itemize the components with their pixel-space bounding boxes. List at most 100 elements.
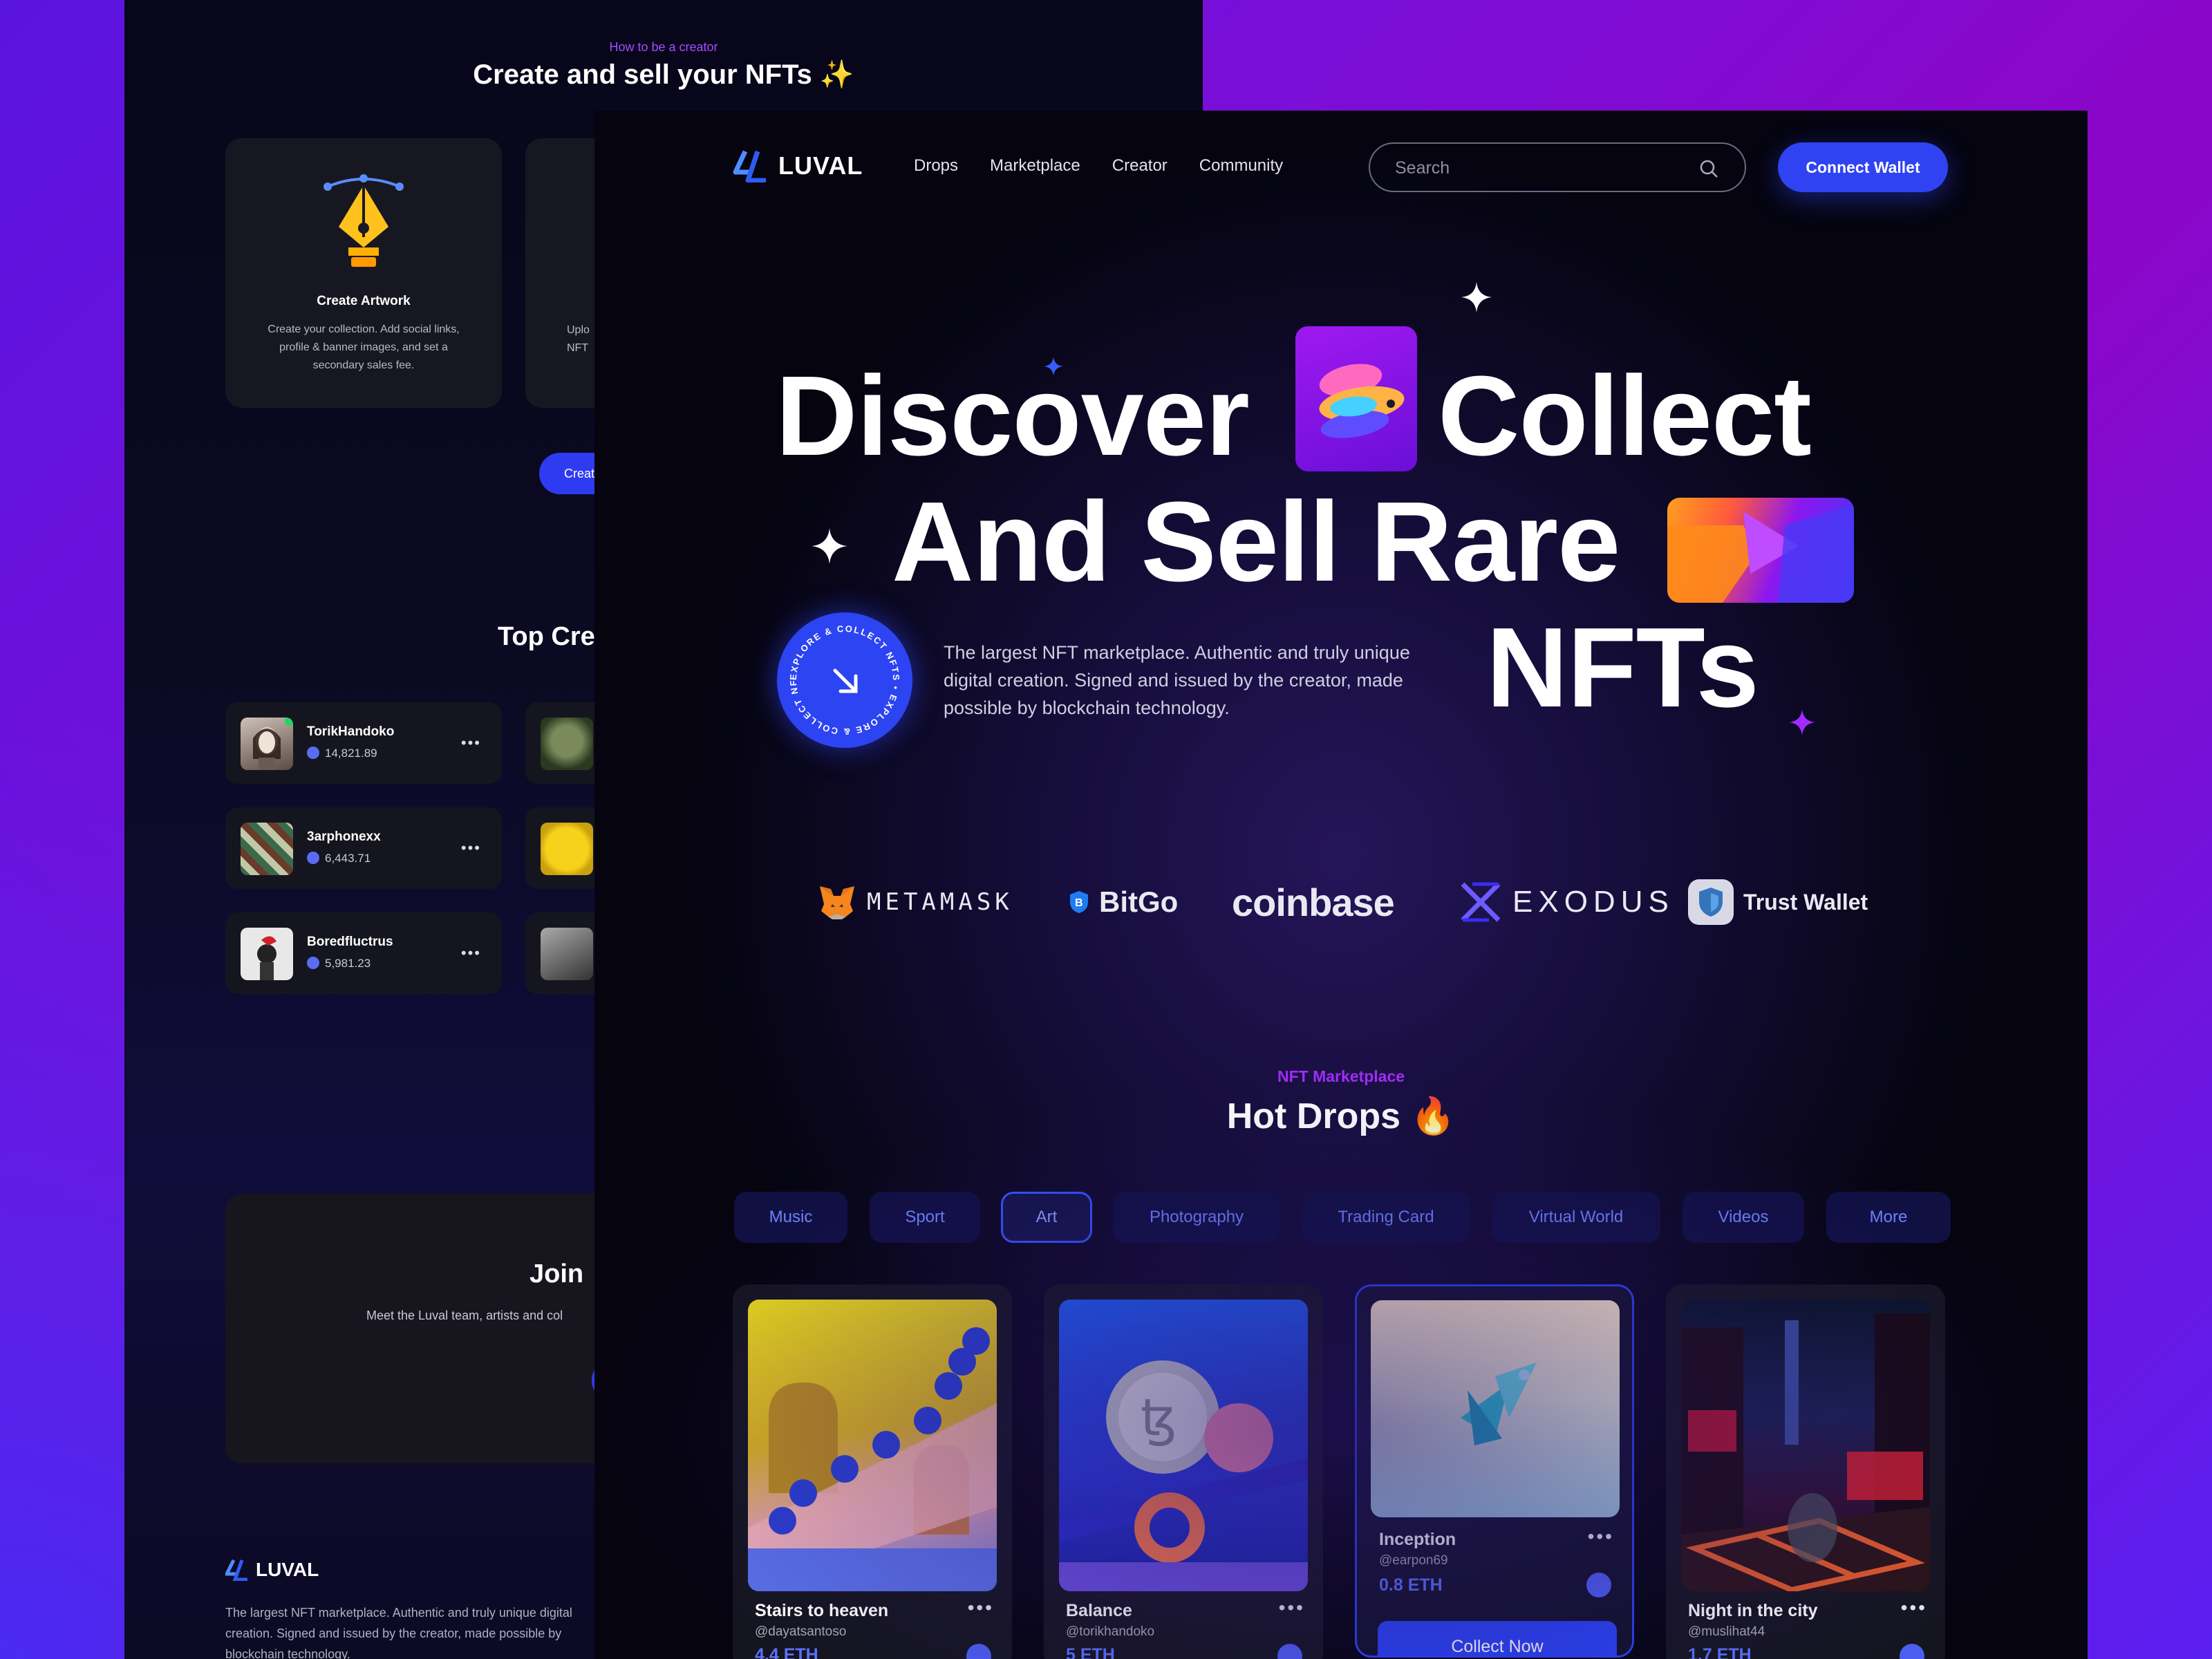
tab-more[interactable]: More: [1826, 1192, 1951, 1243]
nft-card-selected[interactable]: Inception @earpon69 0.8 ETH ••• Collect …: [1355, 1284, 1634, 1658]
nav-marketplace[interactable]: Marketplace: [990, 156, 1080, 176]
avatar: [241, 928, 293, 980]
nav-drops[interactable]: Drops: [914, 156, 958, 176]
tab-photography[interactable]: Photography: [1113, 1192, 1280, 1243]
nft-name: Inception: [1379, 1530, 1456, 1549]
nft-price: 5 ETH: [1066, 1645, 1115, 1659]
search-box: [1369, 142, 1746, 192]
svg-text:B: B: [1075, 897, 1083, 909]
collect-now-button[interactable]: Collect Now: [1378, 1621, 1617, 1656]
hero-title-collect: Collect: [1438, 353, 1812, 479]
logo[interactable]: LUVAL: [733, 149, 863, 182]
creator-name: Boredfluctrus: [307, 935, 393, 949]
tab-art[interactable]: Art: [1001, 1192, 1092, 1243]
creator-name: 3arphonexx: [307, 830, 381, 844]
luval-logo-icon: [225, 1559, 247, 1581]
partner-name: METAMASK: [867, 888, 1013, 916]
nft-creator-handle: @dayatsantoso: [755, 1624, 847, 1639]
creator-value: 5,981.23: [325, 957, 371, 970]
nft-creator-handle: @earpon69: [1379, 1553, 1448, 1568]
tab-virtual-world[interactable]: Virtual World: [1492, 1192, 1660, 1243]
nft-card[interactable]: ꜩ Balance @torikhandoko 5 ETH •••: [1044, 1284, 1323, 1659]
partner-name: BitGo: [1099, 885, 1179, 918]
partner-coinbase[interactable]: coinbase: [1232, 864, 1395, 940]
creator-eyebrow: How to be a creator: [609, 40, 718, 54]
bitgo-shield-icon: B: [1070, 891, 1088, 913]
search-input[interactable]: [1395, 156, 1685, 180]
nft-name: Night in the city: [1688, 1601, 1818, 1620]
step-card-2-partial-text: Uplo NFT: [567, 324, 590, 354]
eth-icon: [966, 1644, 991, 1659]
search-icon[interactable]: [1699, 159, 1718, 178]
creator-row[interactable]: TorikHandoko 14,821.89 •••: [225, 702, 502, 784]
arrow-down-right-icon: [833, 668, 858, 693]
more-icon[interactable]: •••: [461, 839, 481, 857]
eth-icon: [1586, 1573, 1611, 1597]
step-card-title: Create Artwork: [317, 294, 411, 308]
tab-music[interactable]: Music: [734, 1192, 847, 1243]
partner-name: EXODUS: [1512, 885, 1674, 919]
step-card-description: Create your collection. Add social links…: [268, 324, 460, 371]
svg-text:ꜩ: ꜩ: [1141, 1388, 1177, 1447]
hot-drops-title: Hot Drops 🔥: [1226, 1096, 1456, 1136]
hero-description: The largest NFT marketplace. Authentic a…: [944, 642, 1410, 718]
nav-community[interactable]: Community: [1199, 156, 1283, 176]
nft-image: [748, 1300, 997, 1591]
more-icon[interactable]: •••: [1588, 1526, 1614, 1548]
more-icon[interactable]: •••: [461, 734, 481, 752]
footer-logo-text: LUVAL: [256, 1559, 319, 1580]
nft-creator-handle: @torikhandoko: [1066, 1624, 1155, 1639]
eth-icon: [307, 747, 319, 759]
online-indicator: [285, 718, 293, 726]
partner-bitgo[interactable]: B BitGo: [1069, 864, 1178, 940]
avatar: [541, 718, 593, 770]
pen-tool-icon: [324, 174, 404, 267]
eth-icon: [307, 852, 319, 864]
tab-sport[interactable]: Sport: [870, 1192, 980, 1243]
partner-metamask[interactable]: METAMASK: [817, 864, 1013, 940]
footer-logo: LUVAL: [225, 1559, 319, 1581]
nft-card[interactable]: Stairs to heaven @dayatsantoso 4.4 ETH •…: [733, 1284, 1012, 1659]
logo-text: LUVAL: [778, 151, 863, 180]
eth-icon: [1277, 1644, 1302, 1659]
avatar: [241, 718, 293, 770]
nft-image: [1371, 1300, 1620, 1517]
tab-trading-card[interactable]: Trading Card: [1302, 1192, 1470, 1243]
nav-creator[interactable]: Creator: [1112, 156, 1168, 176]
join-description: Meet the Luval team, artists and col: [366, 1309, 563, 1322]
marketplace-eyebrow: NFT Marketplace: [1277, 1067, 1405, 1085]
luval-logo-icon: [733, 150, 766, 182]
main-nav: Drops Marketplace Creator Community: [914, 156, 1283, 176]
join-community-card: Join Meet the Luval team, artists and co…: [225, 1194, 640, 1463]
creator-value: 14,821.89: [325, 747, 377, 760]
hero-title-nfts: NFTs: [1486, 604, 1759, 731]
nft-price: 4.4 ETH: [755, 1645, 818, 1659]
nft-price: 1.7 ETH: [1688, 1645, 1752, 1659]
hero-image-tile: [1667, 498, 1854, 603]
partner-exodus[interactable]: EXODUS: [1459, 864, 1674, 940]
creator-section-title: Create and sell your NFTs ✨: [473, 59, 854, 90]
avatar: [541, 823, 593, 875]
more-icon[interactable]: •••: [1279, 1597, 1305, 1619]
avatar: [541, 928, 593, 980]
creator-row[interactable]: 3arphonexx 6,443.71 •••: [225, 807, 502, 889]
more-icon[interactable]: •••: [461, 944, 481, 962]
rotating-text-badge: EXPLORE & COLLECT NFTS • EXPLORE & COLLE…: [774, 604, 900, 737]
hero-title-discover: Discover: [776, 353, 1250, 479]
eth-icon: [1900, 1644, 1924, 1659]
nft-creator-handle: @muslihat44: [1688, 1624, 1765, 1639]
avatar: [241, 823, 293, 875]
step-card-create-artwork[interactable]: Create Artwork Create your collection. A…: [225, 138, 502, 408]
creator-name: TorikHandoko: [307, 724, 395, 739]
more-icon[interactable]: •••: [1901, 1597, 1927, 1619]
nft-name: Balance: [1066, 1601, 1132, 1620]
partner-trust-wallet[interactable]: Trust Wallet: [1688, 864, 1868, 940]
explore-badge-button[interactable]: EXPLORE & COLLECT NFTS • EXPLORE & COLLE…: [774, 604, 912, 748]
exodus-icon: [1461, 882, 1501, 922]
connect-wallet-button[interactable]: Connect Wallet: [1778, 142, 1948, 192]
creator-row[interactable]: Boredfluctrus 5,981.23 •••: [225, 912, 502, 994]
more-icon[interactable]: •••: [968, 1597, 994, 1619]
tab-videos[interactable]: Videos: [1683, 1192, 1804, 1243]
nft-image: ꜩ: [1059, 1300, 1308, 1591]
nft-card[interactable]: Night in the city @muslihat44 1.7 ETH ••…: [1666, 1284, 1945, 1659]
